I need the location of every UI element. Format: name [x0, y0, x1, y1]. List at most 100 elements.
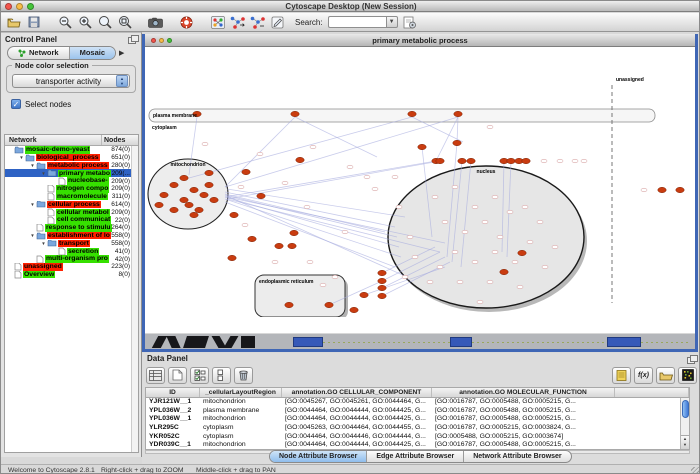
- cell[interactable]: YPL036W__2: [146, 407, 200, 416]
- column-header-annotation-go-cellular-component[interactable]: annotation.GO CELLULAR_COMPONENT: [282, 388, 432, 397]
- tab-network[interactable]: Network: [8, 47, 70, 59]
- tree-row-macromolecule[interactable]: macromolecule311(0): [5, 193, 138, 201]
- cell[interactable]: YKR052C: [146, 433, 200, 442]
- tab-network-attribute-browser[interactable]: Network Attribute Browser: [464, 451, 570, 462]
- notepad-icon[interactable]: [612, 367, 631, 384]
- float-data-panel-icon[interactable]: [687, 355, 696, 363]
- network-canvas[interactable]: plasma membranecytoplasmmitochondrionnuc…: [145, 47, 695, 333]
- unselect-attrs-icon[interactable]: [212, 367, 231, 384]
- column-header-id[interactable]: ID: [146, 388, 200, 397]
- open-icon[interactable]: [5, 14, 22, 30]
- zoom-in-icon[interactable]: [76, 14, 93, 30]
- resize-grip[interactable]: [691, 467, 700, 474]
- cell[interactable]: mitochondrion: [200, 415, 282, 424]
- expand-triangle-icon[interactable]: ▼: [29, 233, 36, 238]
- cell[interactable]: cytoplasm: [200, 424, 282, 433]
- cell[interactable]: [GO:0044464, GO:0044444, GO:0044425, G..…: [282, 415, 432, 424]
- tree-row-establishment-of-lo[interactable]: ▼establishment of lo558(0): [5, 232, 138, 240]
- tab-edge-attribute-browser[interactable]: Edge Attribute Browser: [367, 451, 464, 462]
- cell[interactable]: YPL036W__1: [146, 415, 200, 424]
- column-header-annotation-go-molecular-function[interactable]: annotation.GO MOLECULAR_FUNCTION: [432, 388, 615, 397]
- cell[interactable]: plasma membrane: [200, 407, 282, 416]
- cell[interactable]: [GO:0016787, GO:0005488, GO:0005215, G..…: [432, 441, 615, 450]
- tab-overflow-arrow[interactable]: ▶: [119, 49, 124, 57]
- cell[interactable]: [GO:0016787, GO:0005488, GO:0005215, G..…: [432, 407, 615, 416]
- expand-triangle-icon[interactable]: ▼: [29, 163, 36, 168]
- node-color-dropdown[interactable]: transporter activity ▲▼: [12, 74, 130, 88]
- search-dropdown-arrow[interactable]: ▼: [386, 16, 398, 28]
- matrix-icon[interactable]: [678, 367, 697, 384]
- plugins-icon[interactable]: [401, 14, 418, 30]
- select-nodes-checkbox[interactable]: ✓: [11, 99, 21, 109]
- network-tree-header[interactable]: Network Nodes: [5, 135, 138, 146]
- tree-row-overview[interactable]: Overview8(0): [5, 271, 138, 279]
- cell[interactable]: [GO:0016787, GO:0005215, GO:0003824, G..…: [432, 424, 615, 433]
- app-title-bar[interactable]: Cytoscape Desktop (New Session): [1, 1, 700, 12]
- annotation-icon[interactable]: [269, 14, 286, 30]
- new-attribute-icon[interactable]: [168, 367, 187, 384]
- cell[interactable]: YJR121W__1: [146, 398, 200, 407]
- network-window-title-bar[interactable]: primary metabolic process: [145, 34, 695, 47]
- expand-triangle-icon[interactable]: ▼: [29, 202, 36, 207]
- zoom-out-icon[interactable]: [56, 14, 73, 30]
- tree-row-response-to-stimulu[interactable]: response to stimulu264(0): [5, 224, 138, 232]
- tab-mosaic[interactable]: Mosaic: [70, 47, 115, 59]
- cell[interactable]: mitochondrion: [200, 398, 282, 407]
- cell[interactable]: [GO:0016787, GO:0005488, GO:0005215, G..…: [432, 415, 615, 424]
- tree-row-primary-metabo[interactable]: ▼primary metabo209(...: [5, 169, 138, 177]
- select-all-attrs-icon[interactable]: [190, 367, 209, 384]
- network-view-icon[interactable]: [209, 14, 226, 30]
- cell[interactable]: YDR039C__1: [146, 441, 200, 450]
- cell[interactable]: [GO:0045267, GO:0045261, GO:0044464, G..…: [282, 398, 432, 407]
- layout-a-icon[interactable]: [229, 14, 246, 30]
- tree-row-nucleobase[interactable]: nucleobase-209(0): [5, 177, 138, 185]
- tree-row-transport[interactable]: ▼transport558(0): [5, 240, 138, 248]
- zoom-selected-icon[interactable]: [116, 14, 133, 30]
- tree-row-metabolic-process[interactable]: ▼metabolic process280(0): [5, 162, 138, 170]
- network-zoom-button[interactable]: [167, 38, 172, 43]
- tree-col-nodes[interactable]: Nodes: [102, 135, 138, 145]
- cell[interactable]: [GO:0044464, GO:0044444, GO:0044425, G..…: [282, 441, 432, 450]
- table-row-ypl036w-2[interactable]: YPL036W__2plasma membrane[GO:0044464, GO…: [146, 407, 689, 416]
- expand-triangle-icon[interactable]: ▼: [18, 155, 25, 160]
- scrollbar-arrows[interactable]: ▲▼: [681, 435, 689, 449]
- tree-col-network[interactable]: Network: [5, 135, 102, 145]
- tree-row-nitrogen-compo[interactable]: nitrogen compo209(0): [5, 185, 138, 193]
- attribute-table[interactable]: ID_cellularLayoutRegionannotation.GO CEL…: [145, 387, 690, 450]
- attribute-table-header[interactable]: ID_cellularLayoutRegionannotation.GO CEL…: [146, 388, 689, 398]
- cell[interactable]: cytoplasm: [200, 433, 282, 442]
- expand-triangle-icon[interactable]: ▼: [40, 241, 47, 246]
- table-row-ydr039c-1[interactable]: YDR039C__1mitochondrion[GO:0044464, GO:0…: [146, 441, 689, 450]
- table-row-ykr052c[interactable]: YKR052Ccytoplasm[GO:0044464, GO:0044446,…: [146, 433, 689, 442]
- save-icon[interactable]: [25, 14, 42, 30]
- network-minimize-button[interactable]: [159, 38, 164, 43]
- layout-b-icon[interactable]: [249, 14, 266, 30]
- function-builder-icon[interactable]: f(x): [634, 367, 653, 384]
- cell[interactable]: YLR295C: [146, 424, 200, 433]
- delete-attribute-icon[interactable]: [234, 367, 253, 384]
- close-button[interactable]: [5, 3, 12, 10]
- tab-node-attribute-browser[interactable]: Node Attribute Browser: [270, 451, 367, 462]
- tree-row-cell-communicat[interactable]: cell communicat22(0): [5, 216, 138, 224]
- tree-row-biological-process[interactable]: ▼biological_process651(0): [5, 154, 138, 162]
- table-vertical-scrollbar[interactable]: ▲▼: [680, 398, 689, 449]
- cell[interactable]: [GO:0044464, GO:0044446, GO:0044444, G..…: [282, 433, 432, 442]
- tree-row-secretion[interactable]: secretion41(0): [5, 247, 138, 255]
- attribute-select-icon[interactable]: [146, 367, 165, 384]
- cell[interactable]: [GO:0005488, GO:0005215, GO:0003674]: [432, 433, 615, 442]
- zoom-fit-icon[interactable]: [96, 14, 113, 30]
- tree-row-unassigned[interactable]: unassigned223(0): [5, 263, 138, 271]
- window-controls[interactable]: [5, 3, 34, 10]
- tree-row-cellular-metabol[interactable]: cellular metabol209(0): [5, 208, 138, 216]
- minimize-button[interactable]: [16, 3, 23, 10]
- table-row-yjr121w-1[interactable]: YJR121W__1mitochondrion[GO:0045267, GO:0…: [146, 398, 689, 407]
- cell[interactable]: mitochondrion: [200, 441, 282, 450]
- float-panel-icon[interactable]: [128, 35, 137, 43]
- search-input[interactable]: [328, 16, 386, 28]
- search-combo[interactable]: ▼: [328, 16, 398, 28]
- expand-triangle-icon[interactable]: ▼: [40, 171, 47, 176]
- cell[interactable]: [GO:0044464, GO:0044444, GO:0044425, G..…: [282, 407, 432, 416]
- zoom-button[interactable]: [27, 3, 34, 10]
- snapshot-icon[interactable]: [147, 14, 164, 30]
- tree-row-multi-organism-pro[interactable]: multi-organism pro42(0): [5, 255, 138, 263]
